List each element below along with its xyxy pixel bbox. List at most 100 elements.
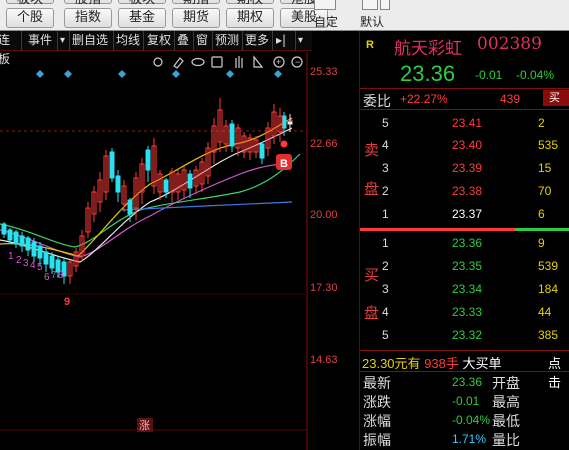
- big-order-qty: 938手: [424, 356, 459, 371]
- chart-toolbar: 连板 事件 ▾ 删自选 均线 复权 叠 窗 预测 更多 ▸| ▾: [0, 31, 312, 66]
- collapse-icon[interactable]: ▸|: [274, 31, 296, 51]
- webi-label: 委比: [363, 94, 391, 110]
- sell-level-row[interactable]: 4 23.40 535: [360, 138, 569, 158]
- sell-level-row[interactable]: 3 23.39 15: [360, 161, 569, 181]
- level-price: 23.34: [452, 282, 483, 296]
- more-button[interactable]: 更多: [243, 31, 273, 51]
- window-button[interactable]: 窗: [194, 31, 213, 51]
- level-price: 23.38: [452, 184, 483, 198]
- remove-watchlist-button[interactable]: 删自选: [70, 31, 114, 51]
- cube-icon[interactable]: [211, 56, 223, 68]
- options-button[interactable]: 期权: [226, 8, 274, 28]
- event-diamond-icon[interactable]: [64, 70, 72, 78]
- level-number: 2: [382, 184, 389, 198]
- top-partial-btn-1[interactable]: 板块: [6, 0, 54, 7]
- toolbar-dropdown-icon[interactable]: ▾: [296, 31, 310, 51]
- event-diamond-icon[interactable]: [274, 70, 282, 78]
- svg-text:6: 6: [44, 272, 50, 283]
- top-partial-btn-4[interactable]: 期指: [172, 0, 220, 7]
- svg-text:5: 5: [37, 262, 43, 273]
- index-button[interactable]: 指数: [64, 8, 112, 28]
- sell-level-row[interactable]: 1 23.37 6: [360, 207, 569, 227]
- stat-label: 振幅: [363, 433, 391, 449]
- forecast-button[interactable]: 预测: [213, 31, 243, 51]
- stat-row: 涨幅 -0.04% 最低: [360, 411, 569, 430]
- event-diamond-icon[interactable]: [36, 70, 44, 78]
- lock-icon[interactable]: [380, 0, 390, 10]
- level-price: 23.36: [452, 236, 483, 250]
- level-number: 3: [382, 161, 389, 175]
- event-diamond-icon[interactable]: [172, 70, 180, 78]
- svg-text:−: −: [295, 57, 300, 67]
- webi-diff: 439: [500, 92, 521, 106]
- price-tick: 14.63: [310, 354, 338, 366]
- events-dropdown-icon[interactable]: ▾: [58, 31, 70, 51]
- sell-level-row[interactable]: 5 23.41 2: [360, 116, 569, 136]
- svg-text:4: 4: [30, 260, 36, 271]
- level-number: 3: [382, 282, 389, 296]
- stock-code: 002389: [477, 34, 542, 54]
- stat-label: 最新: [363, 376, 391, 392]
- svg-text:1: 1: [8, 251, 14, 262]
- event-diamond-icon[interactable]: [118, 70, 126, 78]
- event-diamond-icon[interactable]: [226, 70, 234, 78]
- buy-level-row[interactable]: 2 23.35 539: [360, 259, 569, 279]
- stat-row: 振幅 1.71% 量比: [360, 430, 569, 449]
- top-partial-btn-3[interactable]: 板块: [118, 0, 166, 7]
- tab-limit-up[interactable]: 连板: [0, 31, 22, 66]
- buy-level-row[interactable]: 5 23.32 385: [360, 328, 569, 348]
- triangle-tool-icon[interactable]: [253, 55, 264, 68]
- stat-value: -0.01: [452, 394, 480, 408]
- level-price: 23.35: [452, 259, 483, 273]
- adjust-button[interactable]: 复权: [145, 31, 175, 51]
- svg-text:3: 3: [23, 258, 29, 269]
- buy-level-row[interactable]: 1 23.36 9: [360, 236, 569, 256]
- last-price: 23.36: [400, 61, 456, 86]
- divider: [360, 88, 569, 89]
- edit-icon[interactable]: [314, 0, 336, 10]
- top-partial-btn-5[interactable]: 期权: [226, 0, 274, 7]
- settings-icon[interactable]: [153, 57, 163, 67]
- custom-label[interactable]: 自定: [314, 13, 338, 30]
- hand-icon[interactable]: [235, 56, 243, 68]
- big-order-unit: 元有: [394, 356, 421, 371]
- big-order-banner[interactable]: 23.30元有 938手 大买单: [362, 353, 502, 372]
- top-partial-btn-2[interactable]: 股指: [64, 0, 112, 7]
- stock-name: 航天彩虹: [394, 39, 462, 59]
- level-volume: 44: [538, 305, 552, 319]
- candles: [1, 98, 293, 284]
- stock-button[interactable]: 个股: [6, 8, 54, 28]
- big-order-label: 大买单: [462, 356, 502, 371]
- stat-label-2: 量比: [492, 433, 520, 449]
- eye-icon[interactable]: [191, 57, 205, 67]
- default-label[interactable]: 默认: [360, 13, 384, 30]
- buy-level-row[interactable]: 4 23.33 44: [360, 305, 569, 325]
- buy-marker-label: B: [280, 158, 288, 170]
- level-price: 23.41: [452, 116, 483, 130]
- dropdown-icon[interactable]: [362, 0, 378, 10]
- pen-icon[interactable]: [173, 57, 184, 69]
- buy-level-row[interactable]: 3 23.34 184: [360, 282, 569, 302]
- stat-value: -0.04%: [452, 413, 491, 427]
- futures-button[interactable]: 期货: [172, 8, 220, 28]
- sell-level-row[interactable]: 2 23.38 70: [360, 184, 569, 204]
- level-number: 4: [382, 305, 389, 319]
- moving-average-button[interactable]: 均线: [114, 31, 144, 51]
- kline-chart[interactable]: + − B 1 2 3 4 5 6 7 8 9 涨 25.33 22.66 20…: [0, 52, 360, 450]
- level-volume: 184: [538, 282, 559, 296]
- r-badge: R: [366, 39, 374, 51]
- level-number: 1: [382, 207, 389, 221]
- level-price: 23.40: [452, 138, 483, 152]
- divider: [360, 109, 569, 110]
- price-change-pct: -0.04%: [516, 68, 555, 82]
- tab-events[interactable]: 事件: [26, 31, 58, 51]
- svg-text:+: +: [276, 57, 281, 67]
- price-tick: 22.66: [310, 138, 338, 150]
- fund-button[interactable]: 基金: [118, 8, 166, 28]
- buy-quick-button[interactable]: 买: [543, 90, 569, 106]
- level-volume: 9: [538, 236, 545, 250]
- stat-label-2: 开盘: [492, 376, 520, 392]
- level-number: 2: [382, 259, 389, 273]
- bottom-tag[interactable]: 涨: [139, 419, 150, 432]
- overlay-button[interactable]: 叠: [175, 31, 194, 51]
